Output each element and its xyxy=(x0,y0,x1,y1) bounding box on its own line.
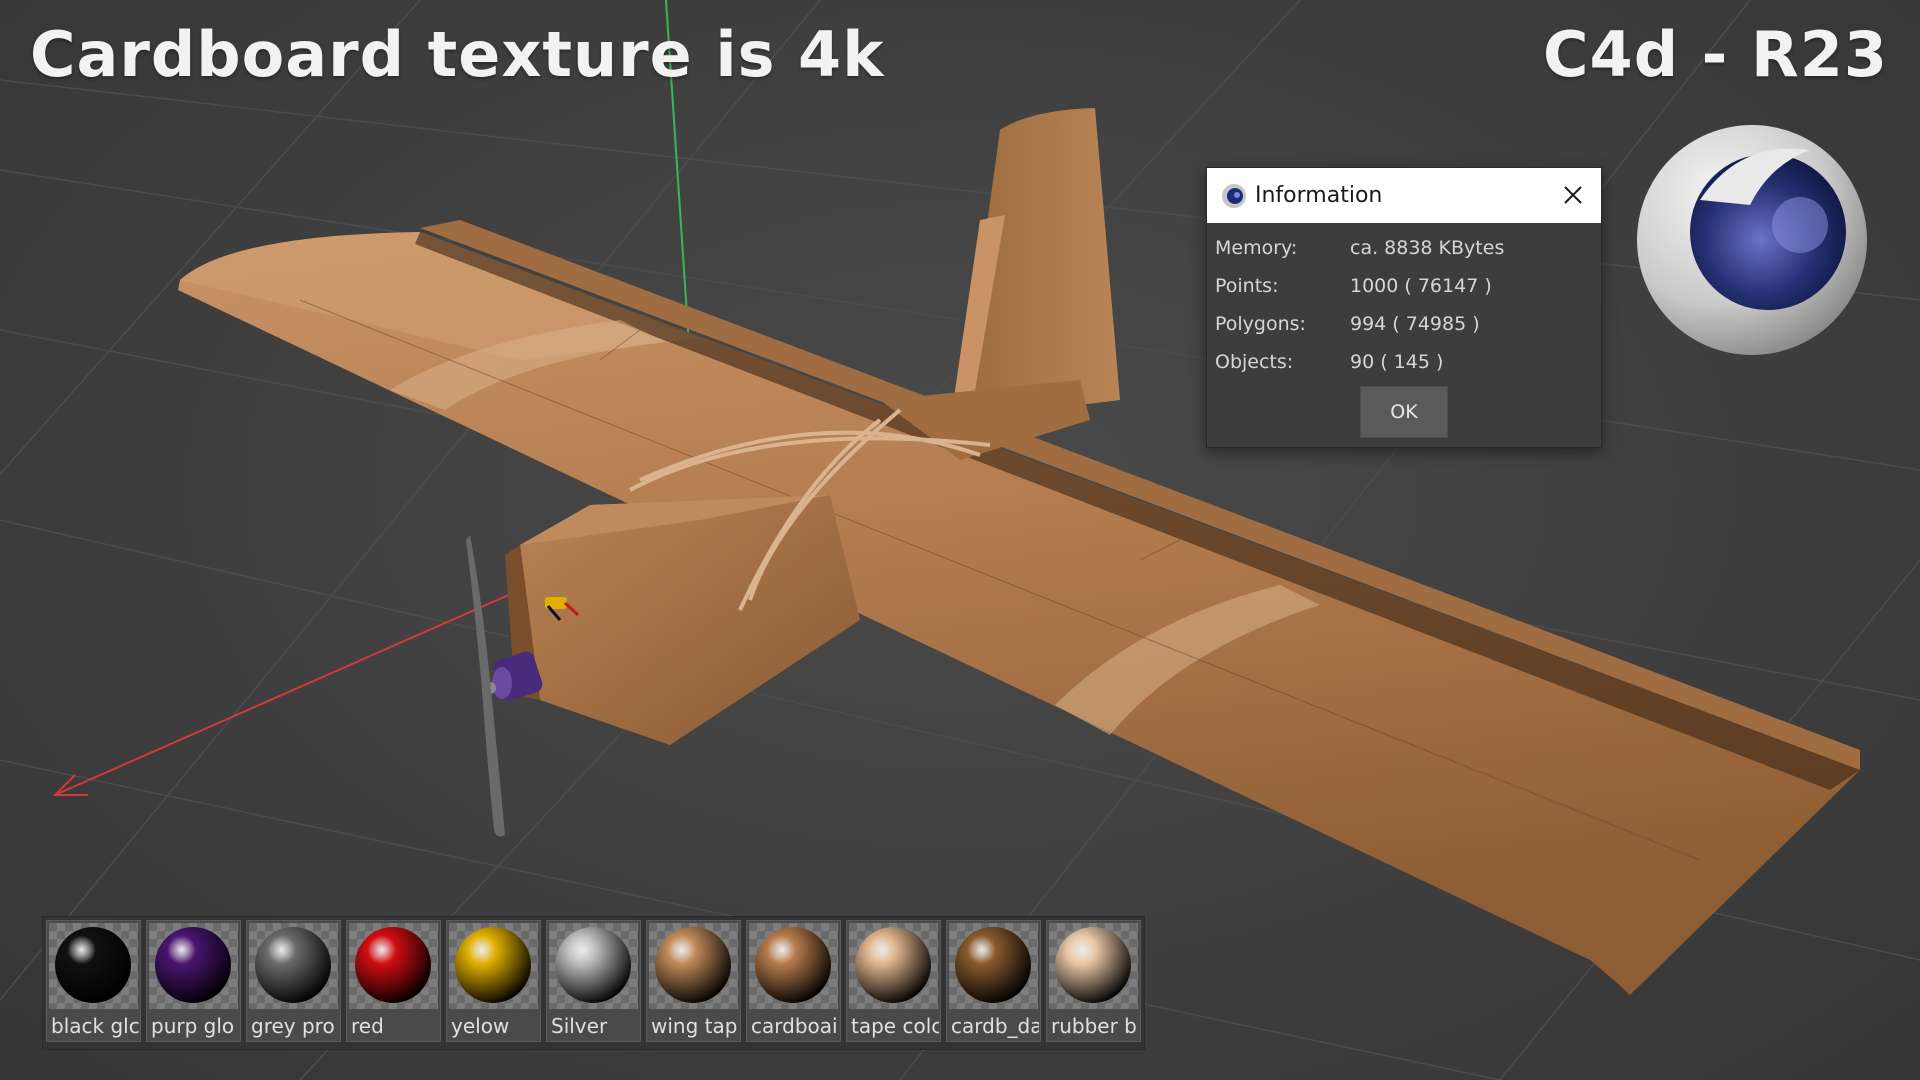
info-rows: Memory: ca. 8838 KBytes Points: 1000 ( 7… xyxy=(1207,223,1601,381)
material-purple-gloss[interactable]: purp glo xyxy=(146,920,241,1042)
information-dialog: Information Memory: ca. 8838 KBytes Poin… xyxy=(1206,167,1602,448)
dialog-titlebar[interactable]: Information xyxy=(1207,168,1601,223)
points-value: 1000 ( 76147 ) xyxy=(1350,275,1492,297)
material-red[interactable]: red xyxy=(346,920,441,1042)
material-sphere-icon xyxy=(155,927,231,1003)
headline-version: C4d - R23 xyxy=(1543,18,1888,91)
material-label: rubber b xyxy=(1051,1014,1137,1038)
material-label: yelow xyxy=(451,1014,510,1038)
material-wing-tape[interactable]: wing tap xyxy=(646,920,741,1042)
material-label: Silver xyxy=(551,1014,608,1038)
material-sphere-icon xyxy=(55,927,131,1003)
material-sphere-icon xyxy=(255,927,331,1003)
material-sphere-icon xyxy=(455,927,531,1003)
material-label: purp glo xyxy=(151,1014,235,1038)
objects-row: Objects: 90 ( 145 ) xyxy=(1207,343,1601,381)
material-label: tape colc xyxy=(851,1014,939,1038)
material-sphere-icon xyxy=(655,927,731,1003)
material-sphere-icon xyxy=(355,927,431,1003)
material-preview xyxy=(649,923,738,1009)
material-cardboard-dark[interactable]: cardb_da xyxy=(946,920,1041,1042)
material-preview xyxy=(249,923,338,1009)
material-sphere-icon xyxy=(955,927,1031,1003)
material-label: grey pro xyxy=(251,1014,335,1038)
material-manager: black glc purp glo grey pro red yelow Si… xyxy=(42,916,1145,1050)
material-preview xyxy=(849,923,938,1009)
objects-label: Objects: xyxy=(1215,351,1294,373)
material-grey[interactable]: grey pro xyxy=(246,920,341,1042)
material-preview xyxy=(149,923,238,1009)
c4d-app-icon xyxy=(1222,183,1246,208)
material-sphere-icon xyxy=(1055,927,1131,1003)
c4d-logo-icon xyxy=(1637,125,1867,355)
material-silver[interactable]: Silver xyxy=(546,920,641,1042)
material-label: cardb_da xyxy=(951,1014,1039,1038)
polygons-row: Polygons: 994 ( 74985 ) xyxy=(1207,305,1601,343)
material-yellow[interactable]: yelow xyxy=(446,920,541,1042)
material-sphere-icon xyxy=(755,927,831,1003)
material-label: black glc xyxy=(51,1014,139,1038)
objects-value: 90 ( 145 ) xyxy=(1350,351,1444,373)
memory-label: Memory: xyxy=(1215,237,1298,259)
polygons-value: 994 ( 74985 ) xyxy=(1350,313,1480,335)
material-preview xyxy=(1049,923,1138,1009)
material-rubber-band[interactable]: rubber b xyxy=(1046,920,1141,1042)
dialog-title: Information xyxy=(1255,183,1383,208)
points-label: Points: xyxy=(1215,275,1279,297)
polygons-label: Polygons: xyxy=(1215,313,1306,335)
memory-value: ca. 8838 KBytes xyxy=(1350,237,1505,259)
material-preview xyxy=(349,923,438,1009)
material-preview xyxy=(549,923,638,1009)
material-tape-color[interactable]: tape colc xyxy=(846,920,941,1042)
material-label: wing tap xyxy=(651,1014,738,1038)
material-sphere-icon xyxy=(555,927,631,1003)
material-preview xyxy=(49,923,138,1009)
airplane-model[interactable] xyxy=(178,108,1860,995)
headline-texture: Cardboard texture is 4k xyxy=(30,18,885,91)
close-icon[interactable] xyxy=(1561,183,1585,207)
material-label: cardboai xyxy=(751,1014,838,1038)
material-preview xyxy=(749,923,838,1009)
material-cardboard[interactable]: cardboai xyxy=(746,920,841,1042)
points-row: Points: 1000 ( 76147 ) xyxy=(1207,267,1601,305)
memory-row: Memory: ca. 8838 KBytes xyxy=(1207,229,1601,267)
material-preview xyxy=(949,923,1038,1009)
material-preview xyxy=(449,923,538,1009)
material-label: red xyxy=(351,1014,384,1038)
material-sphere-icon xyxy=(855,927,931,1003)
ok-button[interactable]: OK xyxy=(1360,386,1448,438)
material-black-gloss[interactable]: black glc xyxy=(46,920,141,1042)
